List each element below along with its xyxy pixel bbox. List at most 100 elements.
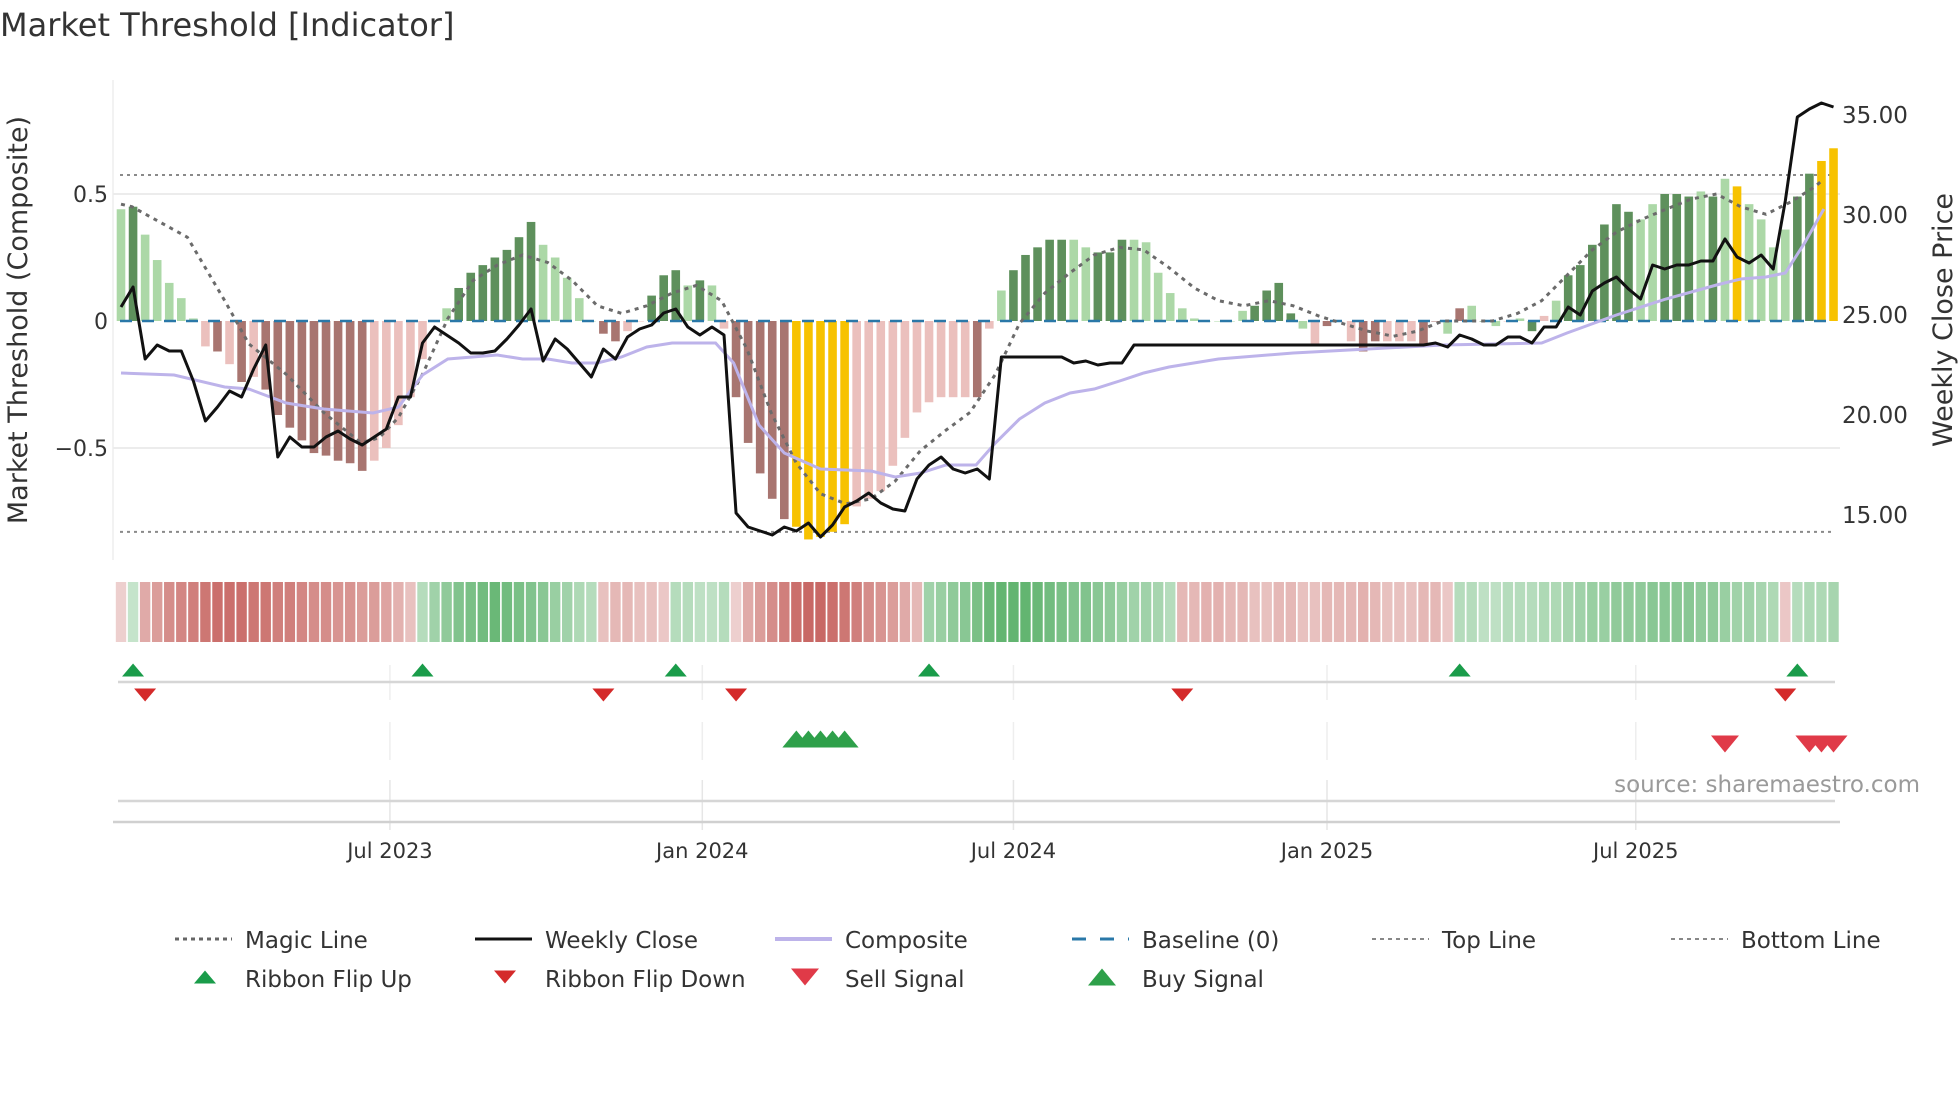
- ribbon-cell: [935, 582, 947, 642]
- ribbon-cell: [634, 582, 645, 642]
- ribbon-cell: [742, 582, 754, 642]
- ribbon-cell: [779, 582, 790, 642]
- ribbon-cell: [513, 582, 525, 642]
- legend-marker-icon: [194, 970, 216, 984]
- composite-bar: [514, 237, 524, 321]
- ribbon-flip-up-marker: [411, 663, 434, 677]
- ribbon-cell: [357, 582, 368, 642]
- composite-bar: [140, 234, 150, 321]
- ribbon-cell: [188, 582, 199, 642]
- composite-bar: [888, 321, 898, 466]
- composite-bar: [1455, 308, 1464, 321]
- composite-bar: [840, 321, 849, 525]
- composite-bar: [1250, 305, 1259, 321]
- ribbon-cell: [296, 582, 308, 642]
- composite-bar: [1165, 293, 1175, 321]
- composite-bar: [1395, 321, 1404, 342]
- composite-bar: [1009, 270, 1018, 321]
- ribbon-cell: [1731, 582, 1743, 642]
- composite-bar: [1612, 204, 1621, 321]
- ribbon-cell: [1635, 582, 1646, 642]
- ribbon-cell: [441, 582, 452, 642]
- composite-bar: [599, 321, 608, 334]
- composite-bar: [767, 321, 777, 499]
- x-tick-label: Jul 2025: [1591, 839, 1678, 863]
- ribbon-cell: [996, 582, 1007, 642]
- ribbon-cell: [200, 582, 211, 642]
- composite-bar: [1660, 194, 1669, 321]
- ribbon-cell: [1104, 582, 1116, 642]
- composite-bar: [924, 321, 934, 403]
- composite-bar: [164, 282, 174, 321]
- right-tick-label: 25.00: [1842, 303, 1908, 329]
- composite-bar: [623, 321, 632, 332]
- legend-item: Top Line: [1372, 928, 1536, 954]
- ribbon-cell: [465, 582, 476, 642]
- composite-bar: [1527, 321, 1537, 332]
- composite-bar: [394, 321, 403, 426]
- ribbon-cell: [622, 582, 633, 642]
- ribbon-cell: [911, 582, 923, 642]
- composite-bar: [695, 280, 705, 321]
- ribbon-cell: [212, 582, 223, 642]
- ribbon-cell: [863, 582, 874, 642]
- x-tick-label: Jul 2023: [345, 839, 432, 863]
- ribbon-cell: [1478, 582, 1489, 642]
- composite-bar: [755, 321, 765, 474]
- composite-bar: [731, 321, 741, 398]
- ribbon-cell: [1237, 582, 1248, 642]
- composite-bar: [177, 298, 186, 321]
- composite-bar: [900, 321, 910, 438]
- ribbon-cell: [706, 582, 718, 642]
- composite-bar: [828, 321, 837, 532]
- ribbon-cell: [417, 582, 428, 642]
- ribbon-cell: [984, 582, 995, 642]
- ribbon-cell: [1743, 582, 1755, 642]
- ribbon-flip-down-marker: [1774, 688, 1797, 702]
- legend-item: Sell Signal: [791, 967, 965, 993]
- ribbon-cell: [1382, 582, 1393, 642]
- left-tick-label: 0.5: [73, 183, 108, 208]
- ribbon-cell: [405, 582, 416, 642]
- composite-bar: [538, 244, 548, 321]
- ribbon-cell: [960, 582, 971, 642]
- source-credit: source: sharemaestro.com: [1614, 772, 1920, 798]
- composite-bar: [1720, 178, 1730, 321]
- ribbon-cell: [718, 582, 730, 642]
- composite-bar: [478, 265, 488, 321]
- ribbon-flip-up-marker: [1786, 663, 1809, 677]
- ribbon-cell: [381, 582, 392, 642]
- ribbon-cell: [1165, 582, 1176, 642]
- ribbon-cell: [1032, 582, 1043, 642]
- ribbon-cell: [1394, 582, 1405, 642]
- ribbon-cell: [887, 582, 899, 642]
- composite-bar: [297, 321, 307, 441]
- ribbon-cell: [1611, 582, 1622, 642]
- legend-item: Composite: [775, 928, 968, 954]
- ribbon-cell: [1671, 582, 1682, 642]
- right-tick-label: 30.00: [1842, 203, 1908, 229]
- legend-item: Ribbon Flip Down: [494, 967, 746, 993]
- ribbon-cell: [767, 582, 778, 642]
- ribbon-cell: [308, 582, 320, 642]
- composite-bar: [1262, 290, 1271, 321]
- composite-bar: [1105, 252, 1115, 321]
- ribbon-cell: [1719, 582, 1731, 642]
- composite-bar: [442, 308, 451, 321]
- composite-bar: [792, 321, 801, 527]
- composite-bar: [1829, 148, 1838, 321]
- ribbon-cell: [1647, 582, 1658, 642]
- ribbon-flip-up-marker: [664, 663, 687, 677]
- composite-bar: [152, 260, 162, 321]
- legend-label: Weekly Close: [545, 928, 698, 954]
- legend-label: Buy Signal: [1142, 967, 1264, 993]
- ribbon-cell: [549, 582, 561, 642]
- ribbon-cell: [694, 582, 706, 642]
- ribbon-cell: [477, 582, 488, 642]
- composite-bar: [1069, 239, 1079, 321]
- ribbon-cell: [453, 582, 464, 642]
- composite-bar: [1093, 252, 1103, 321]
- ribbon-cell: [115, 582, 127, 642]
- composite-bar: [1443, 321, 1452, 334]
- legend-item: Bottom Line: [1671, 928, 1881, 954]
